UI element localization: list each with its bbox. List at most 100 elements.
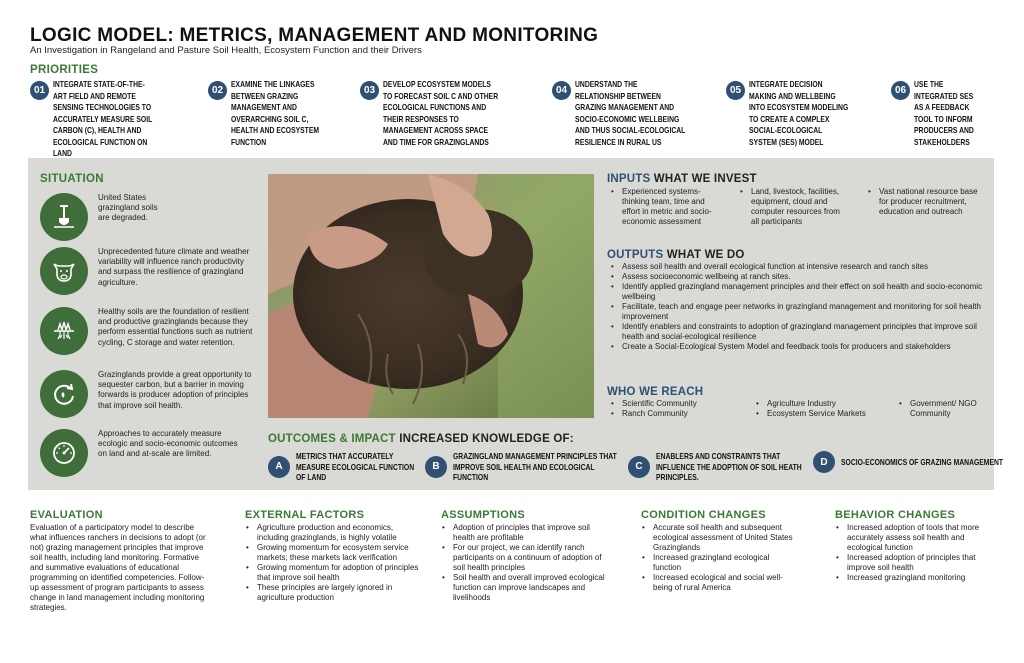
outputs-title: OUTPUTS (607, 249, 664, 261)
outcomes-subtitle: INCREASED KNOWLEDGE OF: (399, 433, 574, 445)
list-item: Agriculture Industry (755, 399, 895, 409)
condition-changes-heading: CONDITION CHANGES (641, 509, 766, 521)
outcome-letter: C (628, 455, 650, 478)
situation-heading: SITUATION (40, 173, 104, 185)
priority-text: Understand the relationship between graz… (575, 79, 686, 147)
page-title: LOGIC MODEL: METRICS, MANAGEMENT AND MON… (30, 25, 599, 46)
list-item: Accurate soil health and subsequent ecol… (641, 523, 796, 553)
outcomes-heading: OUTCOMES & IMPACT INCREASED KNOWLEDGE OF… (268, 433, 574, 445)
reach-list: Government/ NGO Community (898, 399, 990, 419)
external-factors-heading: EXTERNAL FACTORS (245, 509, 365, 521)
situation-item: Grazinglands provide a great opportunity… (40, 370, 258, 418)
list-item: Increased adoption of tools that more ac… (835, 523, 985, 553)
list-item: Agriculture production and economics, in… (245, 523, 423, 543)
inputs-list: Vast national resource base for producer… (867, 187, 979, 217)
situation-item: United States grazingland soils are degr… (40, 193, 168, 241)
list-item: Adoption of principles that improve soil… (441, 523, 611, 543)
reach-heading: WHO WE REACH (607, 386, 704, 398)
soil-in-hands-photo (268, 174, 594, 418)
priority-text: Develop ecosystem models to forecast soi… (383, 79, 499, 147)
list-item: Scientific Community (610, 399, 740, 409)
situation-item: Approaches to accurately measure ecologi… (40, 429, 248, 477)
condition-changes-list: Accurate soil health and subsequent ecol… (641, 523, 796, 593)
behavior-changes-section: BEHAVIOR CHANGES Increased adoption of t… (835, 509, 985, 583)
situation-text: United States grazingland soils are degr… (98, 193, 158, 223)
priority-item: 02 Examine the linkages between grazing … (208, 79, 358, 148)
priority-item: 01 Integrate state-of-the-art field and … (30, 79, 185, 160)
inputs-subtitle: WHAT WE INVEST (653, 173, 757, 185)
priority-number: 04 (552, 81, 571, 100)
list-item: Growing momentum for adoption of princip… (245, 563, 423, 583)
list-item: Soil health and overall improved ecologi… (441, 573, 611, 603)
outcome-item: A Metrics that accurately measure ecolog… (268, 451, 446, 483)
list-item: Ecosystem Service Markets (755, 409, 895, 419)
list-item: Assess socioeconomic wellbeing at ranch … (610, 272, 985, 282)
priority-number: 01 (30, 81, 49, 100)
priority-item: 06 Use the integrated SES as a feedback … (891, 79, 1001, 148)
list-item: For our project, we can identify ranch p… (441, 543, 611, 573)
list-item: Growing momentum for ecosystem service m… (245, 543, 423, 563)
priority-text: Examine the linkages between grazing man… (231, 79, 320, 147)
external-factors-list: Agriculture production and economics, in… (245, 523, 423, 603)
situation-text: Grazinglands provide a great opportunity… (98, 370, 252, 410)
inputs-heading: INPUTS WHAT WE INVEST (607, 173, 757, 185)
situation-text: Healthy soils are the foundation of resi… (98, 307, 253, 347)
priority-item: 03 Develop ecosystem models to forecast … (360, 79, 530, 148)
evaluation-section: EVALUATION Evaluation of a participatory… (30, 509, 210, 613)
priority-item: 05 Integrate decision making and wellbei… (726, 79, 876, 148)
gauge-icon (40, 429, 88, 477)
priorities-heading: PRIORITIES (30, 64, 99, 76)
condition-changes-section: CONDITION CHANGES Accurate soil health a… (641, 509, 796, 593)
priority-number: 02 (208, 81, 227, 100)
list-item: Experienced systems-thinking team, time … (610, 187, 720, 227)
reach-list: Agriculture Industry Ecosystem Service M… (755, 399, 895, 419)
inputs-list: Experienced systems-thinking team, time … (610, 187, 720, 227)
list-item: Land, livestock, facilities, equipment, … (739, 187, 849, 227)
inputs-list: Land, livestock, facilities, equipment, … (739, 187, 849, 227)
outcome-letter: B (425, 455, 447, 478)
outcome-item: D Socio-economics of grazing management (813, 451, 1024, 473)
cow-icon (40, 247, 88, 295)
priority-number: 03 (360, 81, 379, 100)
list-item: Vast national resource base for producer… (867, 187, 979, 217)
cycle-arrow-icon (40, 370, 88, 418)
inputs-title: INPUTS (607, 173, 651, 185)
outputs-subtitle: WHAT WE DO (666, 249, 745, 261)
list-item: Increased ecological and social well-bei… (641, 573, 796, 593)
evaluation-heading: EVALUATION (30, 509, 103, 521)
list-item: Facilitate, teach and engage peer networ… (610, 302, 985, 322)
priority-text: Integrate state-of-the-art field and rem… (53, 79, 153, 158)
priority-item: 04 Understand the relationship between g… (552, 79, 717, 148)
list-item: Identify applied grazingland management … (610, 282, 985, 302)
situation-text: Approaches to accurately measure ecologi… (98, 429, 238, 459)
assumptions-list: Adoption of principles that improve soil… (441, 523, 611, 603)
priority-number: 06 (891, 81, 910, 100)
outcome-letter: A (268, 455, 290, 478)
situation-text: Unprecedented future climate and weather… (98, 247, 250, 287)
assumptions-section: ASSUMPTIONS Adoption of principles that … (441, 509, 611, 603)
grass-roots-icon (40, 307, 88, 355)
list-item: Increased grazingland monitoring (835, 573, 985, 583)
shovel-icon (40, 193, 88, 241)
behavior-changes-heading: BEHAVIOR CHANGES (835, 509, 956, 521)
list-item: Increased adoption of principles that im… (835, 553, 985, 573)
situation-item: Unprecedented future climate and weather… (40, 247, 258, 295)
outputs-heading: OUTPUTS WHAT WE DO (607, 249, 745, 261)
situation-item: Healthy soils are the foundation of resi… (40, 307, 258, 355)
outcome-text: Socio-economics of grazing management (841, 456, 1004, 467)
list-item: Create a Social-Ecological System Model … (610, 342, 985, 352)
list-item: Assess soil health and overall ecologica… (610, 262, 985, 272)
reach-list: Scientific Community Ranch Community (610, 399, 740, 419)
assumptions-heading: ASSUMPTIONS (441, 509, 525, 521)
outcome-letter: D (813, 451, 835, 473)
list-item: Ranch Community (610, 409, 740, 419)
priority-number: 05 (726, 81, 745, 100)
list-item: Increased grazingland ecological functio… (641, 553, 796, 573)
behavior-changes-list: Increased adoption of tools that more ac… (835, 523, 985, 583)
priority-text: Integrate decision making and wellbeing … (749, 79, 849, 147)
evaluation-text: Evaluation of a participatory model to d… (30, 523, 206, 612)
outcome-text: Metrics that accurately measure ecologic… (296, 451, 415, 482)
priority-text: Use the integrated SES as a feedback too… (914, 79, 974, 147)
outcome-text: Enablers and constraints that influence … (656, 451, 802, 482)
list-item: Identify enablers and constraints to ado… (610, 322, 985, 342)
